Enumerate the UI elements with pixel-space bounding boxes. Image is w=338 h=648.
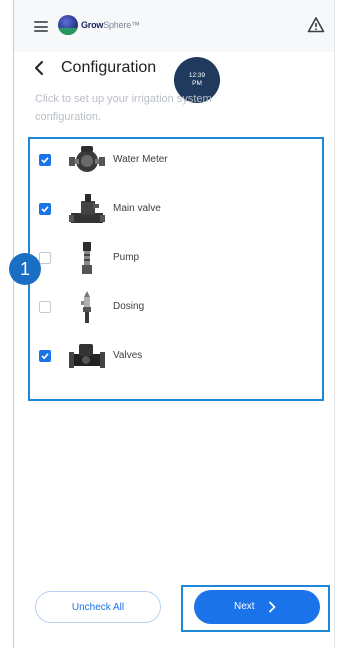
pump-label: Pump xyxy=(113,252,140,263)
list-item-pump[interactable]: Pump xyxy=(30,237,322,281)
list-item-water-meter[interactable]: Water Meter xyxy=(30,139,322,183)
page-subtitle: Click to set up your irrigation system c… xyxy=(35,93,212,123)
water-meter-icon xyxy=(69,146,105,172)
list-item-valves[interactable]: Valves xyxy=(30,335,322,379)
next-button[interactable]: Next xyxy=(194,590,320,624)
water-meter-checkbox[interactable] xyxy=(39,154,51,166)
main-valve-checkbox[interactable] xyxy=(39,203,51,215)
back-arrow-icon[interactable] xyxy=(32,59,46,77)
dosing-label: Dosing xyxy=(113,301,145,312)
step-number-badge: 1 xyxy=(9,253,41,285)
next-button-label: Next xyxy=(234,601,255,612)
phone-frame-left xyxy=(13,0,14,648)
dosing-checkbox[interactable] xyxy=(39,301,51,313)
warning-icon[interactable] xyxy=(307,16,325,34)
chevron-right-icon xyxy=(269,601,276,613)
brand-name: GrowSphere™ xyxy=(81,20,140,30)
water-meter-label: Water Meter xyxy=(113,154,168,165)
component-list: Water Meter Main valve Pump Dosing Valve… xyxy=(28,137,324,401)
phone-frame-right xyxy=(334,0,335,648)
valves-label: Valves xyxy=(113,350,143,361)
valves-icon xyxy=(69,344,105,368)
uncheck-all-button[interactable]: Uncheck All xyxy=(35,591,161,623)
pump-icon xyxy=(82,242,92,274)
app-header: GrowSphere™ xyxy=(14,0,334,52)
list-item-dosing[interactable]: Dosing xyxy=(30,286,322,330)
main-valve-icon xyxy=(69,194,105,223)
page-title: Configuration xyxy=(61,59,157,76)
dosing-icon xyxy=(81,291,91,323)
valves-checkbox[interactable] xyxy=(39,350,51,362)
main-valve-label: Main valve xyxy=(113,203,161,214)
hamburger-menu-icon[interactable] xyxy=(34,21,48,32)
list-item-main-valve[interactable]: Main valve xyxy=(30,188,322,232)
pump-checkbox[interactable] xyxy=(39,252,51,264)
brand-logo xyxy=(58,15,78,35)
